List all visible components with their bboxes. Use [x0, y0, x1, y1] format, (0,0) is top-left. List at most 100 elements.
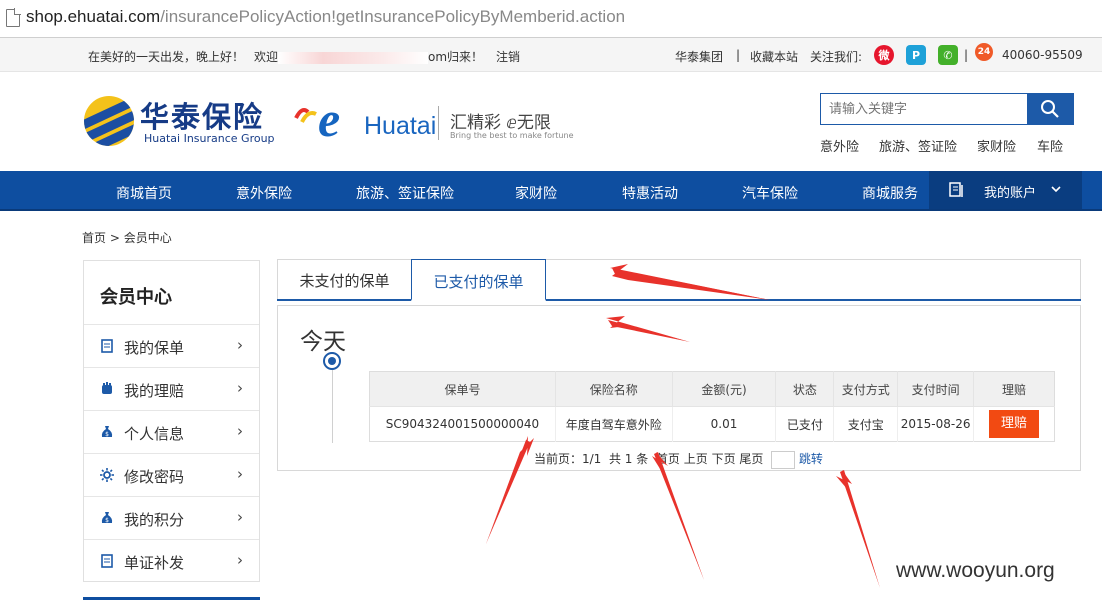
- sidebar-item-label: 个人信息: [124, 425, 185, 443]
- total-count-label: 共 1 条: [608, 452, 649, 466]
- ehuatai-logo-text[interactable]: Huatai: [364, 112, 436, 141]
- next-page-link[interactable]: 下页: [712, 452, 736, 466]
- timeline-dot-icon: [323, 352, 341, 370]
- nav-item-accident[interactable]: 意外保险: [236, 183, 292, 203]
- quick-link-car[interactable]: 车险: [1037, 136, 1063, 155]
- sidebar-item-label: 我的积分: [124, 511, 185, 529]
- main-nav: 商城首页 意外保险 旅游、签证保险 家财险 特惠活动 汽车保险 商城服务 我的账…: [0, 171, 1102, 211]
- search-button[interactable]: [1027, 94, 1073, 124]
- search-icon: [1041, 100, 1059, 118]
- my-account-menu[interactable]: 我的账户: [929, 171, 1082, 209]
- payment-method: 支付宝: [833, 406, 899, 442]
- last-page-link[interactable]: 尾页: [739, 452, 763, 466]
- sidebar-item-personal-info[interactable]: $ 个人信息 ›: [84, 410, 259, 453]
- slogan: 汇精彩 ⅇ无限: [450, 113, 551, 133]
- quick-link-travel[interactable]: 旅游、签证险: [879, 136, 957, 155]
- column-header: 保险名称: [555, 371, 673, 407]
- chevron-right-icon: ›: [237, 465, 243, 483]
- sidebar-item-label: 单证补发: [124, 554, 185, 572]
- top-info-bar: 在美好的一天出发，晚上好！ 欢迎 om归来！ 注销 华泰集团 | 收藏本站 关注我…: [0, 38, 1102, 72]
- svg-text:$: $: [105, 517, 109, 524]
- divider: |: [736, 48, 741, 62]
- insurance-name: 年度自驾车意外险: [555, 406, 673, 442]
- chevron-right-icon: ›: [237, 422, 243, 440]
- policy-number: SC904324001500000040: [369, 406, 556, 442]
- logo-chinese-name[interactable]: 华泰保险: [140, 94, 264, 136]
- first-page-link[interactable]: 首页: [656, 452, 680, 466]
- sidebar-item-label: 我的理赔: [124, 382, 185, 400]
- nav-item-service[interactable]: 商城服务: [862, 183, 918, 203]
- money-bag-icon: $: [101, 426, 113, 438]
- column-header: 支付时间: [897, 371, 975, 407]
- timeline-day-label: 今天: [300, 329, 346, 355]
- document-icon: [101, 554, 113, 568]
- svg-text:$: $: [105, 431, 109, 438]
- column-header: 状态: [775, 371, 835, 407]
- column-header: 理赔: [973, 371, 1055, 407]
- page-number-input[interactable]: [771, 450, 796, 469]
- chevron-right-icon: ›: [237, 508, 243, 526]
- policy-tabs: 未支付的保单 已支付的保单: [277, 259, 1081, 301]
- slogan-english: Bring the best to make fortune: [450, 131, 574, 140]
- amount: 0.01: [672, 406, 777, 442]
- hotline-number: 40060-95509: [1002, 48, 1083, 62]
- chevron-right-icon: ›: [237, 551, 243, 569]
- huatai-logo-icon[interactable]: [84, 96, 134, 146]
- sidebar-item-my-points[interactable]: $ 我的积分 ›: [84, 496, 259, 539]
- follow-label: 关注我们:: [810, 50, 863, 64]
- prev-page-link[interactable]: 上页: [684, 452, 708, 466]
- go-button[interactable]: 跳转: [799, 452, 823, 466]
- policy-table: 保单号 保险名称 金额(元) 状态 支付方式 支付时间 理赔 SC9043240…: [369, 371, 1055, 442]
- nav-item-travel[interactable]: 旅游、签证保险: [356, 183, 454, 203]
- claim-button[interactable]: 理赔: [989, 410, 1040, 438]
- quick-link-accident[interactable]: 意外险: [820, 136, 859, 155]
- nav-item-home[interactable]: 商城首页: [116, 183, 172, 203]
- welcome-text: 欢迎 om归来！: [254, 50, 484, 64]
- group-link[interactable]: 华泰集团: [675, 48, 723, 65]
- nav-item-home-property[interactable]: 家财险: [515, 183, 557, 203]
- quick-link-home[interactable]: 家财险: [977, 136, 1016, 155]
- table-header-row: 保单号 保险名称 金额(元) 状态 支付方式 支付时间 理赔: [369, 371, 1055, 407]
- column-header: 支付方式: [833, 371, 899, 407]
- bookmark-link[interactable]: 收藏本站: [750, 48, 798, 65]
- weibo-icon[interactable]: 微: [874, 45, 894, 65]
- url-text[interactable]: shop.ehuatai.com/insurancePolicyAction!g…: [26, 7, 625, 27]
- breadcrumb-current: 会员中心: [123, 231, 172, 245]
- status: 已支付: [775, 406, 835, 442]
- logout-link[interactable]: 注销: [496, 48, 520, 65]
- breadcrumb-home[interactable]: 首页: [82, 231, 106, 245]
- sidebar-item-my-policies[interactable]: 我的保单 ›: [84, 324, 259, 367]
- page-icon: [6, 8, 21, 27]
- nav-item-auto[interactable]: 汽车保险: [742, 183, 798, 203]
- sidebar-item-document-reissue[interactable]: 单证补发 ›: [84, 539, 259, 582]
- my-account-label: 我的账户: [984, 186, 1037, 201]
- watermark: www.wooyun.org: [896, 559, 1055, 582]
- hand-icon: [102, 382, 112, 394]
- account-icon: [949, 182, 963, 197]
- browser-address-bar[interactable]: shop.ehuatai.com/insurancePolicyAction!g…: [0, 0, 1102, 38]
- tab-unpaid-policies[interactable]: 未支付的保单: [278, 259, 411, 300]
- member-sidebar: 会员中心 我的保单 › 我的理赔 › $ 个人信息 › 修改密码 › $ 我的积…: [83, 260, 260, 582]
- redacted-username: [278, 51, 429, 64]
- red-arrow: [652, 452, 704, 580]
- column-header: 保单号: [369, 371, 556, 407]
- search-box: [820, 93, 1074, 125]
- breadcrumb-separator: >: [109, 231, 120, 245]
- red-arrow: [836, 470, 880, 588]
- sidebar-item-change-password[interactable]: 修改密码 ›: [84, 453, 259, 496]
- sidebar-item-my-claims[interactable]: 我的理赔 ›: [84, 367, 259, 410]
- chevron-right-icon: ›: [237, 379, 243, 397]
- ehuatai-logo-e[interactable]: e: [318, 90, 340, 148]
- document-icon: [101, 339, 113, 353]
- sidebar-item-label: 我的保单: [124, 339, 185, 357]
- nav-item-promotions[interactable]: 特惠活动: [622, 183, 678, 203]
- claim-cell: 理赔: [973, 406, 1055, 442]
- search-input[interactable]: [821, 94, 1027, 124]
- pagination: 当前页：1/1 共 1 条 首页 上页 下页 尾页 跳转: [534, 450, 823, 469]
- tencent-icon[interactable]: P: [906, 45, 926, 65]
- tab-paid-policies[interactable]: 已支付的保单: [411, 259, 546, 301]
- wechat-icon[interactable]: ✆: [938, 45, 958, 65]
- sidebar-item-label: 修改密码: [124, 468, 185, 486]
- current-page-label: 当前页：1/1: [534, 452, 602, 466]
- chevron-right-icon: ›: [237, 336, 243, 354]
